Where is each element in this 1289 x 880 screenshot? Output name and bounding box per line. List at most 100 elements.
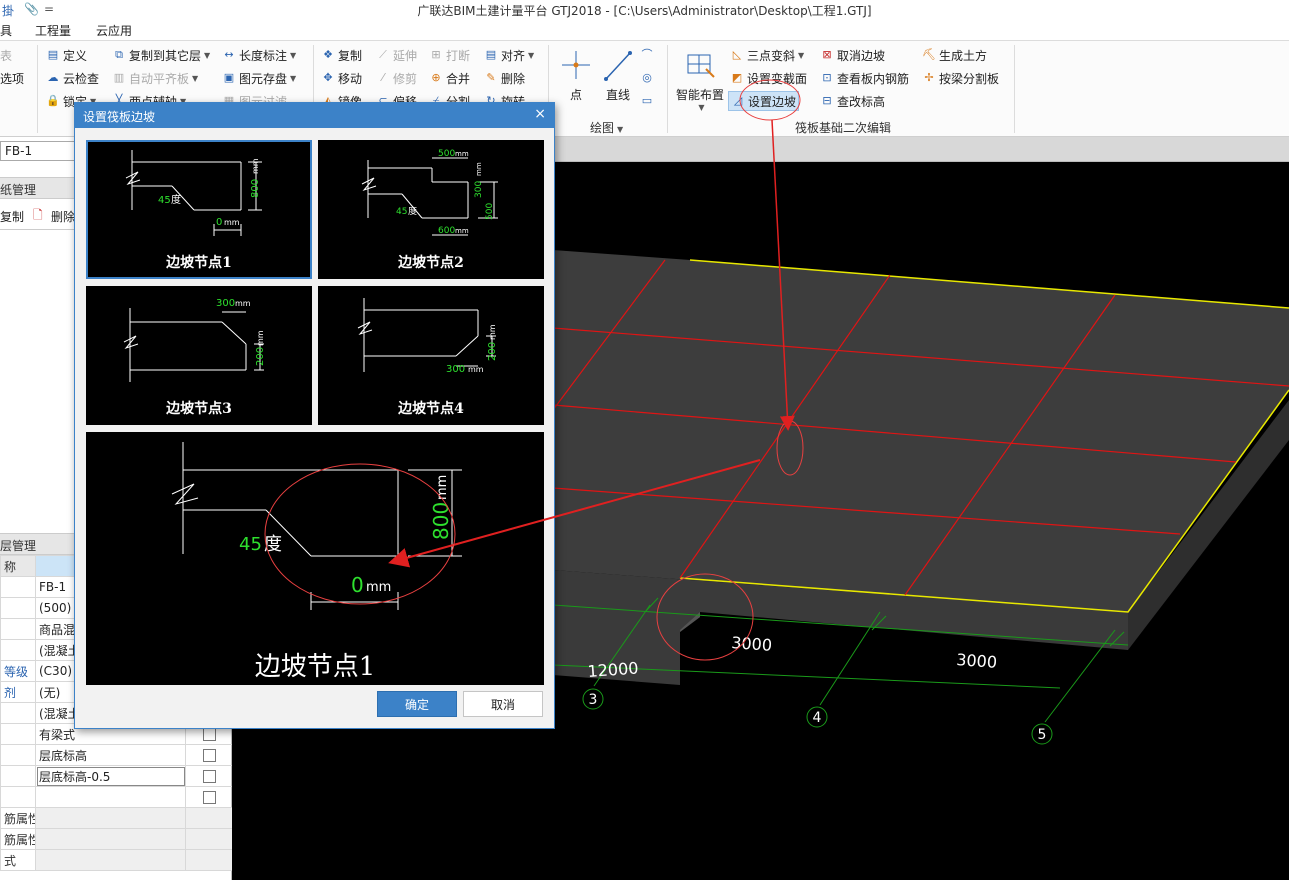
draw-arc-button[interactable]: ⌒	[640, 45, 657, 65]
view-rebar-label: 查看板内钢筋	[837, 71, 910, 86]
define-button[interactable]: ▤ 定义	[46, 45, 87, 65]
property-row: 筋属性	[0, 807, 233, 829]
close-icon[interactable]: ×	[534, 106, 546, 122]
align-button[interactable]: ▤ 对齐 ▼	[484, 45, 534, 65]
property-value[interactable]	[35, 786, 186, 808]
property-value[interactable]	[35, 849, 186, 871]
svg-text:300: 300	[216, 298, 235, 309]
slope-node-2-label: 边坡节点2	[398, 255, 464, 271]
smart-layout-label: 智能布置	[675, 88, 724, 102]
attach-checkbox[interactable]	[202, 728, 216, 741]
property-value[interactable]: 层底标高	[35, 744, 186, 766]
generate-earth-button[interactable]: ⛏ 生成土方	[922, 45, 987, 65]
length-mark-label: 长度标注	[239, 48, 288, 63]
draw-point-button[interactable]: 点	[558, 47, 594, 103]
attach-checkbox[interactable]	[202, 791, 216, 804]
delete-button[interactable]: ✎ 删除	[484, 68, 525, 88]
extend-button[interactable]: ⟋ 延伸	[376, 45, 417, 65]
property-name	[0, 639, 36, 661]
define-icon: ▤	[47, 48, 59, 61]
copy-button[interactable]: ❖ 复制	[321, 45, 362, 65]
merge-icon: ⊕	[431, 71, 441, 84]
earth-icon: ⛏	[922, 48, 936, 61]
svg-text:45: 45	[396, 207, 407, 217]
check-elevation-label: 查改标高	[837, 94, 886, 109]
merge-button[interactable]: ⊕ 合并	[429, 68, 470, 88]
svg-text:500: 500	[438, 149, 455, 159]
table-button[interactable]: 表	[0, 45, 12, 65]
dim-label-a: 3000	[731, 633, 773, 655]
options-button[interactable]: 选项	[0, 68, 24, 88]
menu-tools[interactable]: 具	[0, 22, 12, 39]
cancel-slope-button[interactable]: ⊠ 取消边坡	[820, 45, 885, 65]
draw-rect-button[interactable]: ▭	[640, 91, 657, 111]
delete-tool[interactable]: 删除	[51, 208, 75, 225]
copy-to-floor-button[interactable]: ⧉ 复制到其它层 ▼	[112, 45, 210, 65]
svg-text:mm: mm	[435, 475, 450, 500]
define-label: 定义	[63, 48, 88, 63]
chevron-down-icon: ▼	[617, 125, 624, 134]
property-name: 称	[0, 555, 36, 577]
ok-button[interactable]: 确定	[377, 691, 457, 717]
slope-edge-icon: ◿	[733, 94, 743, 107]
svg-text:mm: mm	[256, 330, 265, 346]
property-value[interactable]	[35, 828, 186, 850]
svg-text:mm: mm	[235, 299, 251, 308]
draw-group-label[interactable]: 绘图 ▼	[590, 119, 623, 136]
cancel-button[interactable]: 取消	[463, 691, 543, 717]
copy-tool[interactable]: 复制	[0, 208, 24, 225]
split-by-beam-button[interactable]: ✢ 按梁分割板	[922, 68, 999, 88]
length-mark-button[interactable]: ↔ 长度标注 ▼	[222, 45, 296, 65]
rectangle-icon: ▭	[641, 94, 653, 107]
attach-checkbox[interactable]	[202, 749, 216, 762]
set-variable-section-button[interactable]: ◩ 设置变截面	[730, 68, 807, 88]
chevron-down-icon: ▼	[204, 50, 211, 60]
chevron-down-icon: ▼	[192, 73, 199, 83]
property-row: 筋属性	[0, 828, 233, 850]
svg-text:度: 度	[408, 205, 417, 217]
svg-text:600: 600	[438, 226, 455, 236]
delete-icon[interactable]: 🗋	[33, 206, 43, 227]
svg-text:mm: mm	[468, 365, 484, 374]
svg-text:度: 度	[171, 193, 181, 206]
generate-earth-label: 生成土方	[939, 48, 988, 63]
svg-text:mm: mm	[455, 227, 469, 235]
chevron-down-icon: ▼	[290, 50, 297, 60]
element-name-field[interactable]: FB-1	[0, 141, 75, 161]
property-value[interactable]	[35, 807, 186, 829]
property-attach-cell	[185, 807, 233, 829]
view-rebar-button[interactable]: ⊡ 查看板内钢筋	[820, 68, 909, 88]
dimension-icon: ↔	[224, 48, 234, 61]
cloud-check-button[interactable]: ☁ 云检查	[46, 68, 100, 88]
property-row	[0, 786, 233, 808]
dialog-title-bar: 设置筏板边坡	[75, 103, 554, 128]
property-row: 层底标高	[0, 744, 233, 766]
attach-checkbox[interactable]	[202, 770, 216, 783]
three-point-slope-button[interactable]: ◺ 三点变斜 ▼	[730, 45, 804, 65]
menu-cloud[interactable]: 云应用	[96, 22, 132, 39]
break-button[interactable]: ⊞ 打断	[429, 45, 470, 65]
draw-circle-button[interactable]: ◎	[640, 68, 657, 88]
draw-line-button[interactable]: 直线	[600, 47, 636, 103]
property-row: 层底标高-0.5	[0, 765, 233, 787]
check-elevation-button[interactable]: ⊟ 查改标高	[820, 91, 885, 111]
smart-layout-button[interactable]: 智能布置 ▼	[672, 47, 728, 112]
move-button[interactable]: ✥ 移动	[321, 68, 362, 88]
slope-node-1-option[interactable]: 45 度 0 mm 800 mm 边坡节点1	[86, 140, 312, 279]
trim-button[interactable]: ⁄ 修剪	[376, 68, 417, 88]
set-slope-button[interactable]: ◿ 设置边坡	[728, 91, 800, 111]
auto-flat-button[interactable]: ▥ 自动平齐板 ▼	[112, 68, 198, 88]
slope-node-3-option[interactable]: 300 mm 200 mm 边坡节点3	[86, 286, 312, 425]
svg-text:300: 300	[474, 181, 484, 198]
slope-node-4-option[interactable]: 300 mm 200 mm 边坡节点4	[318, 286, 544, 425]
property-row: 式	[0, 849, 233, 871]
arc-icon: ⌒	[641, 48, 653, 61]
divider	[667, 45, 668, 133]
break-icon: ⊞	[431, 48, 441, 61]
property-value[interactable]: 层底标高-0.5	[35, 765, 186, 787]
svg-text:mm: mm	[455, 150, 469, 158]
menu-quantity[interactable]: 工程量	[35, 22, 71, 39]
element-store-button[interactable]: ▣ 图元存盘 ▼	[222, 68, 296, 88]
dim-label-total: 12000	[587, 658, 639, 681]
slope-node-2-option[interactable]: 500 mm 300 mm 500 45 度 600 mm 边坡节点2	[318, 140, 544, 279]
